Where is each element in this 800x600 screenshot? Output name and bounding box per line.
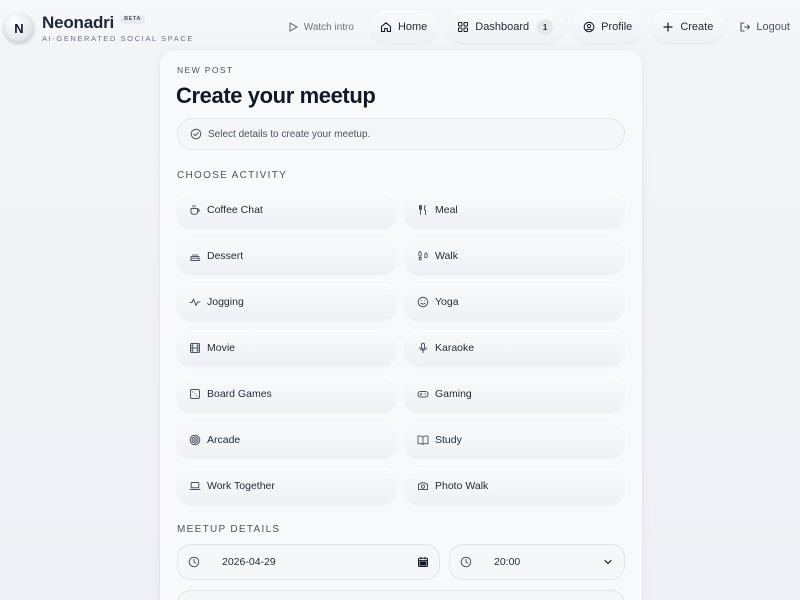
film-icon bbox=[189, 342, 201, 354]
brand-tagline: AI-GENERATED SOCIAL SPACE bbox=[42, 33, 194, 43]
activity-option-karaoke[interactable]: Karaoke bbox=[405, 330, 624, 366]
coffee-icon bbox=[189, 204, 201, 216]
create-meetup-card: NEW POST Create your meetup Select detai… bbox=[160, 50, 642, 600]
activity-label: Board Games bbox=[207, 388, 272, 400]
activity-option-movie[interactable]: Movie bbox=[177, 330, 396, 366]
home-button[interactable]: Home bbox=[369, 11, 438, 43]
time-field[interactable]: 20:00 bbox=[449, 544, 625, 580]
watch-intro-label: Watch intro bbox=[303, 21, 354, 33]
date-value: 2026-04-29 bbox=[222, 556, 276, 568]
nav-links: Watch intro Home Dashboard 1 Profile Cre… bbox=[281, 11, 796, 43]
activity-option-arcade[interactable]: Arcade bbox=[177, 422, 396, 458]
time-value: 20:00 bbox=[494, 556, 521, 568]
profile-button[interactable]: Profile bbox=[573, 11, 643, 43]
profile-label: Profile bbox=[601, 21, 633, 33]
clock-icon bbox=[188, 556, 200, 568]
play-icon bbox=[287, 21, 299, 33]
activity-option-coffee-chat[interactable]: Coffee Chat bbox=[177, 192, 396, 228]
activity-option-work-together[interactable]: Work Together bbox=[177, 468, 396, 504]
create-button[interactable]: Create bbox=[652, 11, 724, 43]
check-circle-icon bbox=[190, 128, 202, 140]
activity-option-gaming[interactable]: Gaming bbox=[405, 376, 624, 412]
location-field[interactable] bbox=[177, 590, 625, 600]
user-circle-icon bbox=[583, 21, 595, 33]
activity-label: Yoga bbox=[435, 296, 459, 308]
form-hint: Select details to create your meetup. bbox=[177, 118, 625, 150]
activity-label: Work Together bbox=[207, 480, 275, 492]
camera-icon bbox=[417, 480, 429, 492]
activity-option-walk[interactable]: Walk bbox=[405, 238, 624, 274]
mic-icon bbox=[417, 342, 429, 354]
activity-section-heading: CHOOSE ACTIVITY bbox=[177, 170, 288, 181]
activity-label: Dessert bbox=[207, 250, 244, 262]
activity-label: Photo Walk bbox=[435, 480, 489, 492]
chevron-down-icon bbox=[602, 556, 614, 568]
laptop-icon bbox=[189, 480, 201, 492]
form-hint-text: Select details to create your meetup. bbox=[208, 128, 371, 140]
logout-link[interactable]: Logout bbox=[733, 11, 796, 43]
dice-icon bbox=[189, 388, 201, 400]
activity-label: Arcade bbox=[207, 434, 241, 446]
home-icon bbox=[380, 21, 392, 33]
activity-option-jogging[interactable]: Jogging bbox=[177, 284, 396, 320]
activity-icon bbox=[189, 296, 201, 308]
logo-avatar: N bbox=[4, 13, 34, 43]
activity-option-meal[interactable]: Meal bbox=[405, 192, 624, 228]
activity-option-photo-walk[interactable]: Photo Walk bbox=[405, 468, 624, 504]
page-title: Create your meetup bbox=[176, 83, 376, 108]
activity-label: Movie bbox=[207, 342, 236, 354]
top-navigation-bar: N Neonadri BETA AI-GENERATED SOCIAL SPAC… bbox=[0, 0, 800, 56]
gamepad-icon bbox=[417, 388, 429, 400]
activity-option-yoga[interactable]: Yoga bbox=[405, 284, 624, 320]
dashboard-count-badge: 1 bbox=[537, 19, 554, 35]
activity-label: Study bbox=[435, 434, 462, 446]
smile-icon bbox=[417, 296, 429, 308]
activity-label: Jogging bbox=[207, 296, 244, 308]
activity-label: Meal bbox=[435, 204, 458, 216]
details-section-heading: MEETUP DETAILS bbox=[177, 524, 281, 535]
activity-option-dessert[interactable]: Dessert bbox=[177, 238, 396, 274]
activity-label: Walk bbox=[435, 250, 458, 262]
logout-label: Logout bbox=[756, 21, 790, 33]
cake-icon bbox=[189, 250, 201, 262]
beta-badge: BETA bbox=[120, 14, 146, 25]
dashboard-label: Dashboard bbox=[475, 21, 530, 33]
activity-option-board-games[interactable]: Board Games bbox=[177, 376, 396, 412]
calendar-icon[interactable] bbox=[417, 556, 429, 568]
footprints-icon bbox=[417, 250, 429, 262]
activity-label: Gaming bbox=[435, 388, 472, 400]
plus-icon bbox=[662, 21, 674, 33]
utensils-icon bbox=[417, 204, 429, 216]
date-field[interactable]: 2026-04-29 bbox=[177, 544, 440, 580]
brand[interactable]: N Neonadri BETA AI-GENERATED SOCIAL SPAC… bbox=[4, 13, 194, 43]
brand-name: Neonadri bbox=[42, 12, 115, 32]
activity-label: Coffee Chat bbox=[207, 204, 263, 216]
clock-icon bbox=[460, 556, 472, 568]
form-eyebrow: NEW POST bbox=[177, 65, 234, 75]
target-icon bbox=[189, 434, 201, 446]
watch-intro-link[interactable]: Watch intro bbox=[281, 11, 360, 43]
grid-icon bbox=[457, 21, 469, 33]
activity-label: Karaoke bbox=[435, 342, 475, 354]
activity-option-study[interactable]: Study bbox=[405, 422, 624, 458]
create-label: Create bbox=[680, 21, 714, 33]
book-icon bbox=[417, 434, 429, 446]
dashboard-button[interactable]: Dashboard 1 bbox=[447, 11, 564, 43]
home-label: Home bbox=[397, 21, 428, 33]
logout-icon bbox=[739, 21, 751, 33]
